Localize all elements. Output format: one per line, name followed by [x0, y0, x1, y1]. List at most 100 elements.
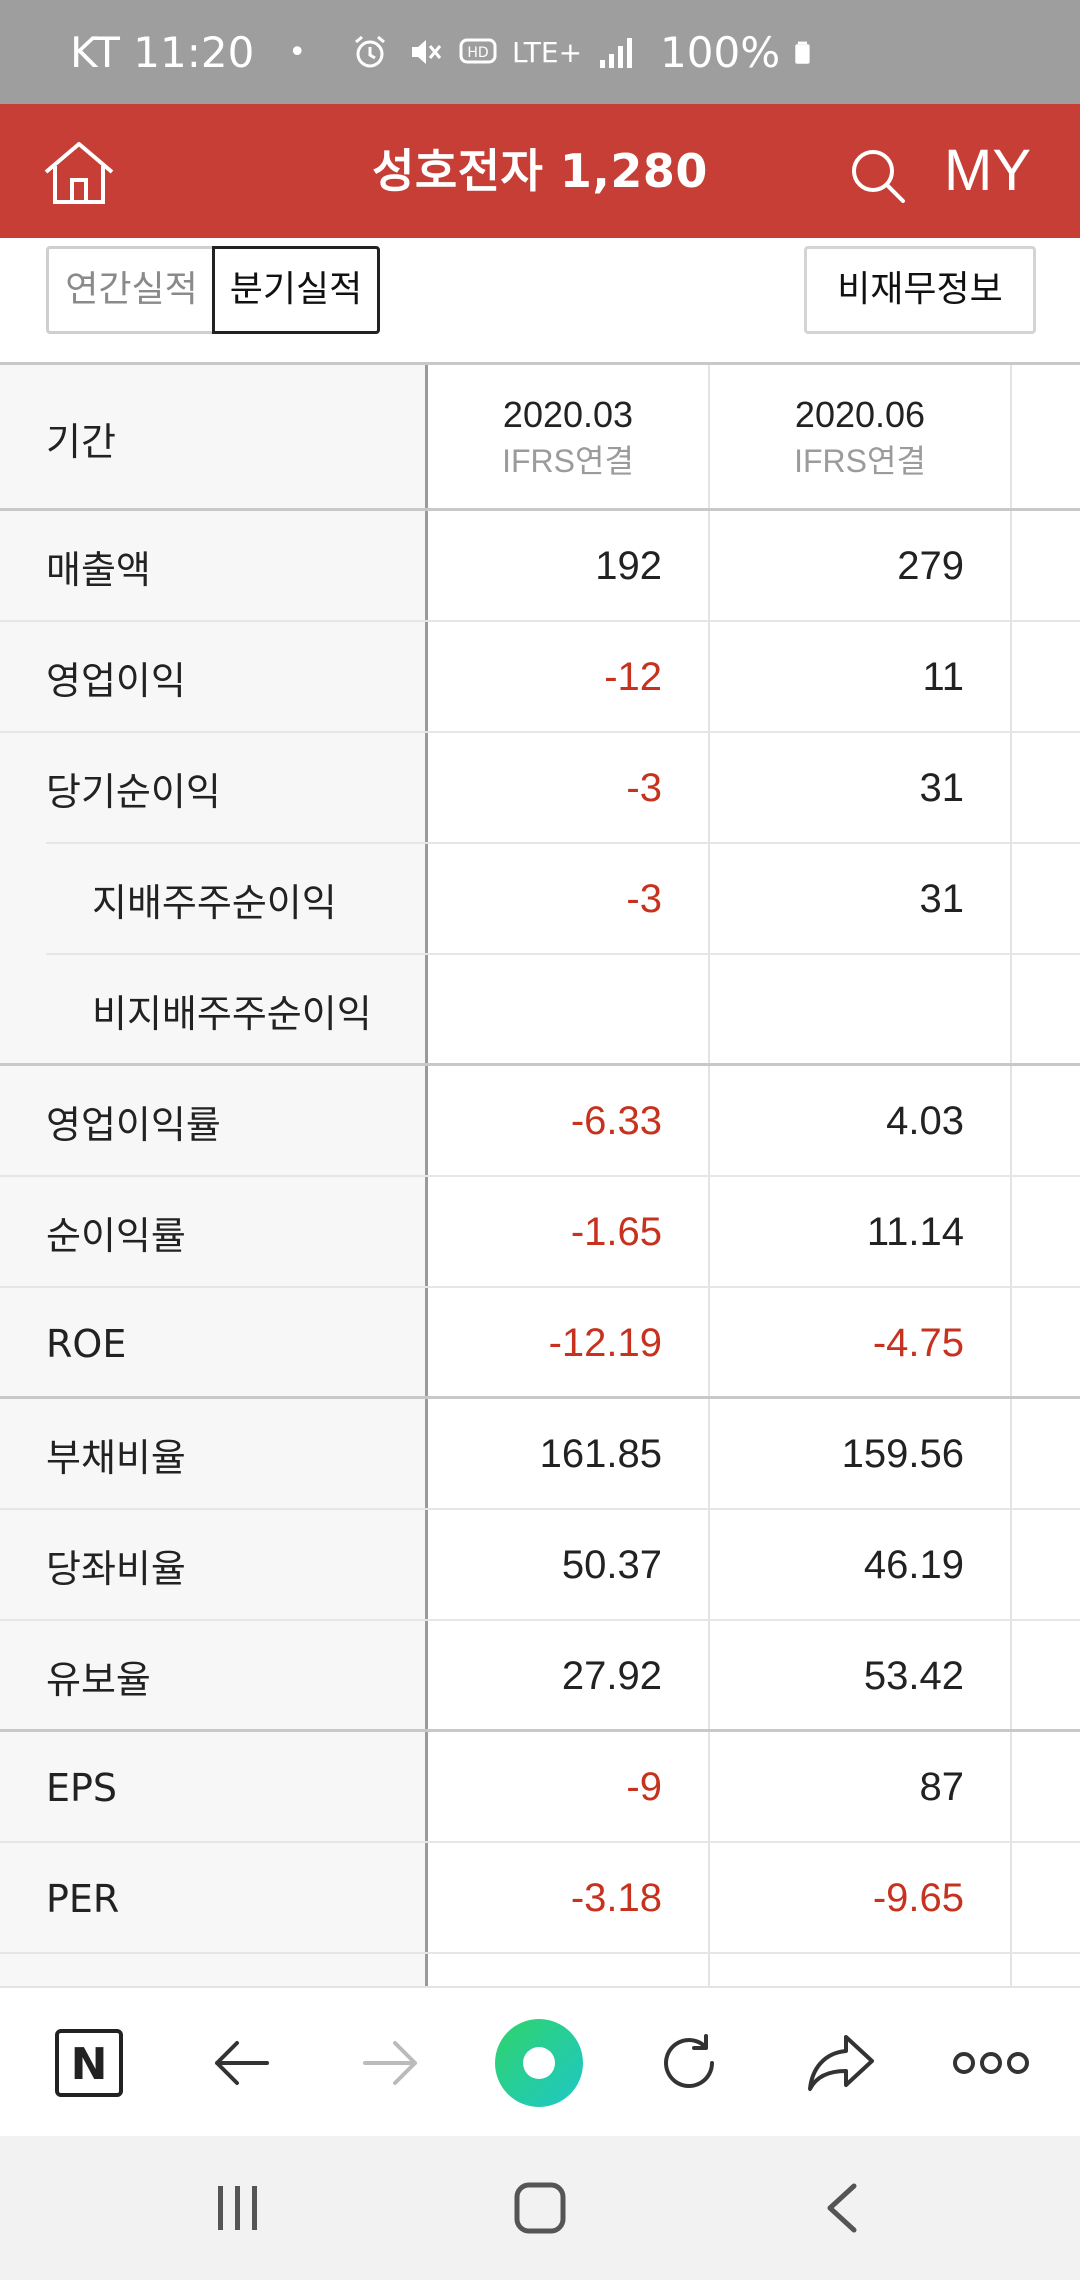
browser-toolbar: N [0, 1986, 1080, 2136]
system-nav-bar [0, 2136, 1080, 2280]
row-value: -6.33 [428, 1066, 710, 1177]
table-row: 지배주주순이익 -3 31 [0, 844, 1080, 955]
row-value: 4.03 [710, 1066, 1012, 1177]
row-value: 53.42 [710, 1621, 1012, 1732]
row-label: ROE [0, 1288, 428, 1399]
signal-icon [600, 38, 633, 68]
tab-annual-results[interactable]: 연간실적 [46, 246, 214, 334]
row-value: -3.18 [428, 1843, 710, 1954]
row-label: 비지배주주순이익 [0, 955, 428, 1066]
more-button[interactable] [946, 2018, 1036, 2108]
row-label: 지배주주순이익 [0, 844, 428, 955]
recent-apps-button[interactable] [202, 2172, 274, 2244]
row-value: -1.65 [428, 1177, 710, 1288]
naver-home-button[interactable]: N [44, 2018, 134, 2108]
more-icon [953, 2052, 1029, 2074]
home-nav-button[interactable] [504, 2172, 576, 2244]
row-value: 159.56 [710, 1399, 1012, 1510]
mute-icon [412, 40, 442, 64]
table-row: ROE -12.19 -4.75 [0, 1288, 1080, 1399]
table-row: 영업이익 -12 11 [0, 622, 1080, 733]
column-date: 2020.03 [502, 394, 634, 435]
forward-button[interactable] [346, 2018, 436, 2108]
my-button[interactable]: MY [944, 104, 1031, 238]
row-label: 영업이익 [0, 622, 428, 733]
network-type-label: LTE+ [512, 35, 583, 69]
column-date: 2020.06 [794, 394, 926, 435]
table-row: 비지배주주순이익 [0, 955, 1080, 1066]
arrow-right-icon [363, 2041, 417, 2085]
row-value: 31 [710, 733, 1012, 844]
row-value [428, 955, 710, 1066]
status-icons: HD LTE+ 100% [350, 28, 820, 77]
battery-icon [795, 41, 810, 64]
table-row: EPS -9 87 [0, 1732, 1080, 1843]
row-label-partial [0, 1954, 428, 1986]
arrow-left-icon [215, 2041, 269, 2085]
status-bar: KT 11:20 • HD LTE+ 100% [0, 0, 1080, 104]
naver-n-icon: N [55, 2029, 123, 2097]
row-value: -4.75 [710, 1288, 1012, 1399]
alarm-icon [355, 35, 385, 68]
table-row: 당좌비율 50.37 46.19 [0, 1510, 1080, 1621]
table-row: 순이익률 -1.65 11.14 [0, 1177, 1080, 1288]
search-icon[interactable] [848, 146, 906, 204]
chevron-left-icon [827, 2183, 857, 2233]
back-button[interactable] [196, 2018, 286, 2108]
home-square-icon [514, 2182, 566, 2234]
row-value: 161.85 [428, 1399, 710, 1510]
green-dot-icon [495, 2019, 583, 2107]
green-dot-button[interactable] [494, 2018, 584, 2108]
row-label: 유보율 [0, 1621, 428, 1732]
table-row: 유보율 27.92 53.42 [0, 1621, 1080, 1732]
app-header: 성호전자 1,280 MY [0, 104, 1080, 238]
column-header-2: 2020.06 IFRS연결 [710, 365, 1012, 511]
report-tab-row: 연간실적 분기실적 비재무정보 [0, 238, 1080, 364]
row-value: 279 [710, 511, 1012, 622]
row-value: -3 [428, 844, 710, 955]
column-header-3 [1012, 365, 1080, 511]
table-row: 매출액 192 279 [0, 511, 1080, 622]
row-value: 11.14 [710, 1177, 1012, 1288]
refresh-icon [664, 2034, 714, 2089]
share-icon [808, 2035, 874, 2091]
row-value: 31 [710, 844, 1012, 955]
row-label: PER [0, 1843, 428, 1954]
row-value [710, 955, 1012, 1066]
table-row: 당기순이익 -3 31 [0, 733, 1080, 844]
column-type: IFRS연결 [794, 443, 926, 479]
row-value: 87 [710, 1732, 1012, 1843]
row-value: 50.37 [428, 1510, 710, 1621]
nonfinancial-info-button[interactable]: 비재무정보 [804, 246, 1036, 334]
hd-voice-icon: HD [459, 38, 497, 64]
row-label: 매출액 [0, 511, 428, 622]
share-button[interactable] [796, 2018, 886, 2108]
row-value: -12.19 [428, 1288, 710, 1399]
row-label: EPS [0, 1732, 428, 1843]
row-value: -9 [428, 1732, 710, 1843]
row-value: 11 [710, 622, 1012, 733]
row-value: 192 [428, 511, 710, 622]
period-header-label: 기간 [0, 365, 428, 511]
page-title: 성호전자 1,280 [372, 144, 708, 198]
financial-table[interactable]: 기간 2020.03 IFRS연결 2020.06 IFRS연결 매출액 192… [0, 362, 1080, 1986]
column-type: IFRS연결 [502, 443, 634, 479]
battery-percent: 100% [660, 27, 781, 77]
row-value: -3 [428, 733, 710, 844]
status-carrier-time: KT 11:20 [70, 27, 255, 77]
naver-letter: N [71, 2039, 108, 2090]
status-dot: • [288, 34, 307, 70]
table-row: 부채비율 161.85 159.56 [0, 1399, 1080, 1510]
row-value: -12 [428, 622, 710, 733]
column-header-1: 2020.03 IFRS연결 [428, 365, 710, 511]
refresh-button[interactable] [644, 2018, 734, 2108]
table-row: PER -3.18 -9.65 [0, 1843, 1080, 1954]
table-header-row: 기간 2020.03 IFRS연결 2020.06 IFRS연결 [0, 365, 1080, 511]
row-label: 영업이익률 [0, 1066, 428, 1177]
row-label: 순이익률 [0, 1177, 428, 1288]
row-label: 당기순이익 [0, 733, 428, 844]
back-nav-button[interactable] [806, 2172, 878, 2244]
row-label: 부채비율 [0, 1399, 428, 1510]
tab-quarterly-results[interactable]: 분기실적 [212, 246, 380, 334]
row-value: 27.92 [428, 1621, 710, 1732]
